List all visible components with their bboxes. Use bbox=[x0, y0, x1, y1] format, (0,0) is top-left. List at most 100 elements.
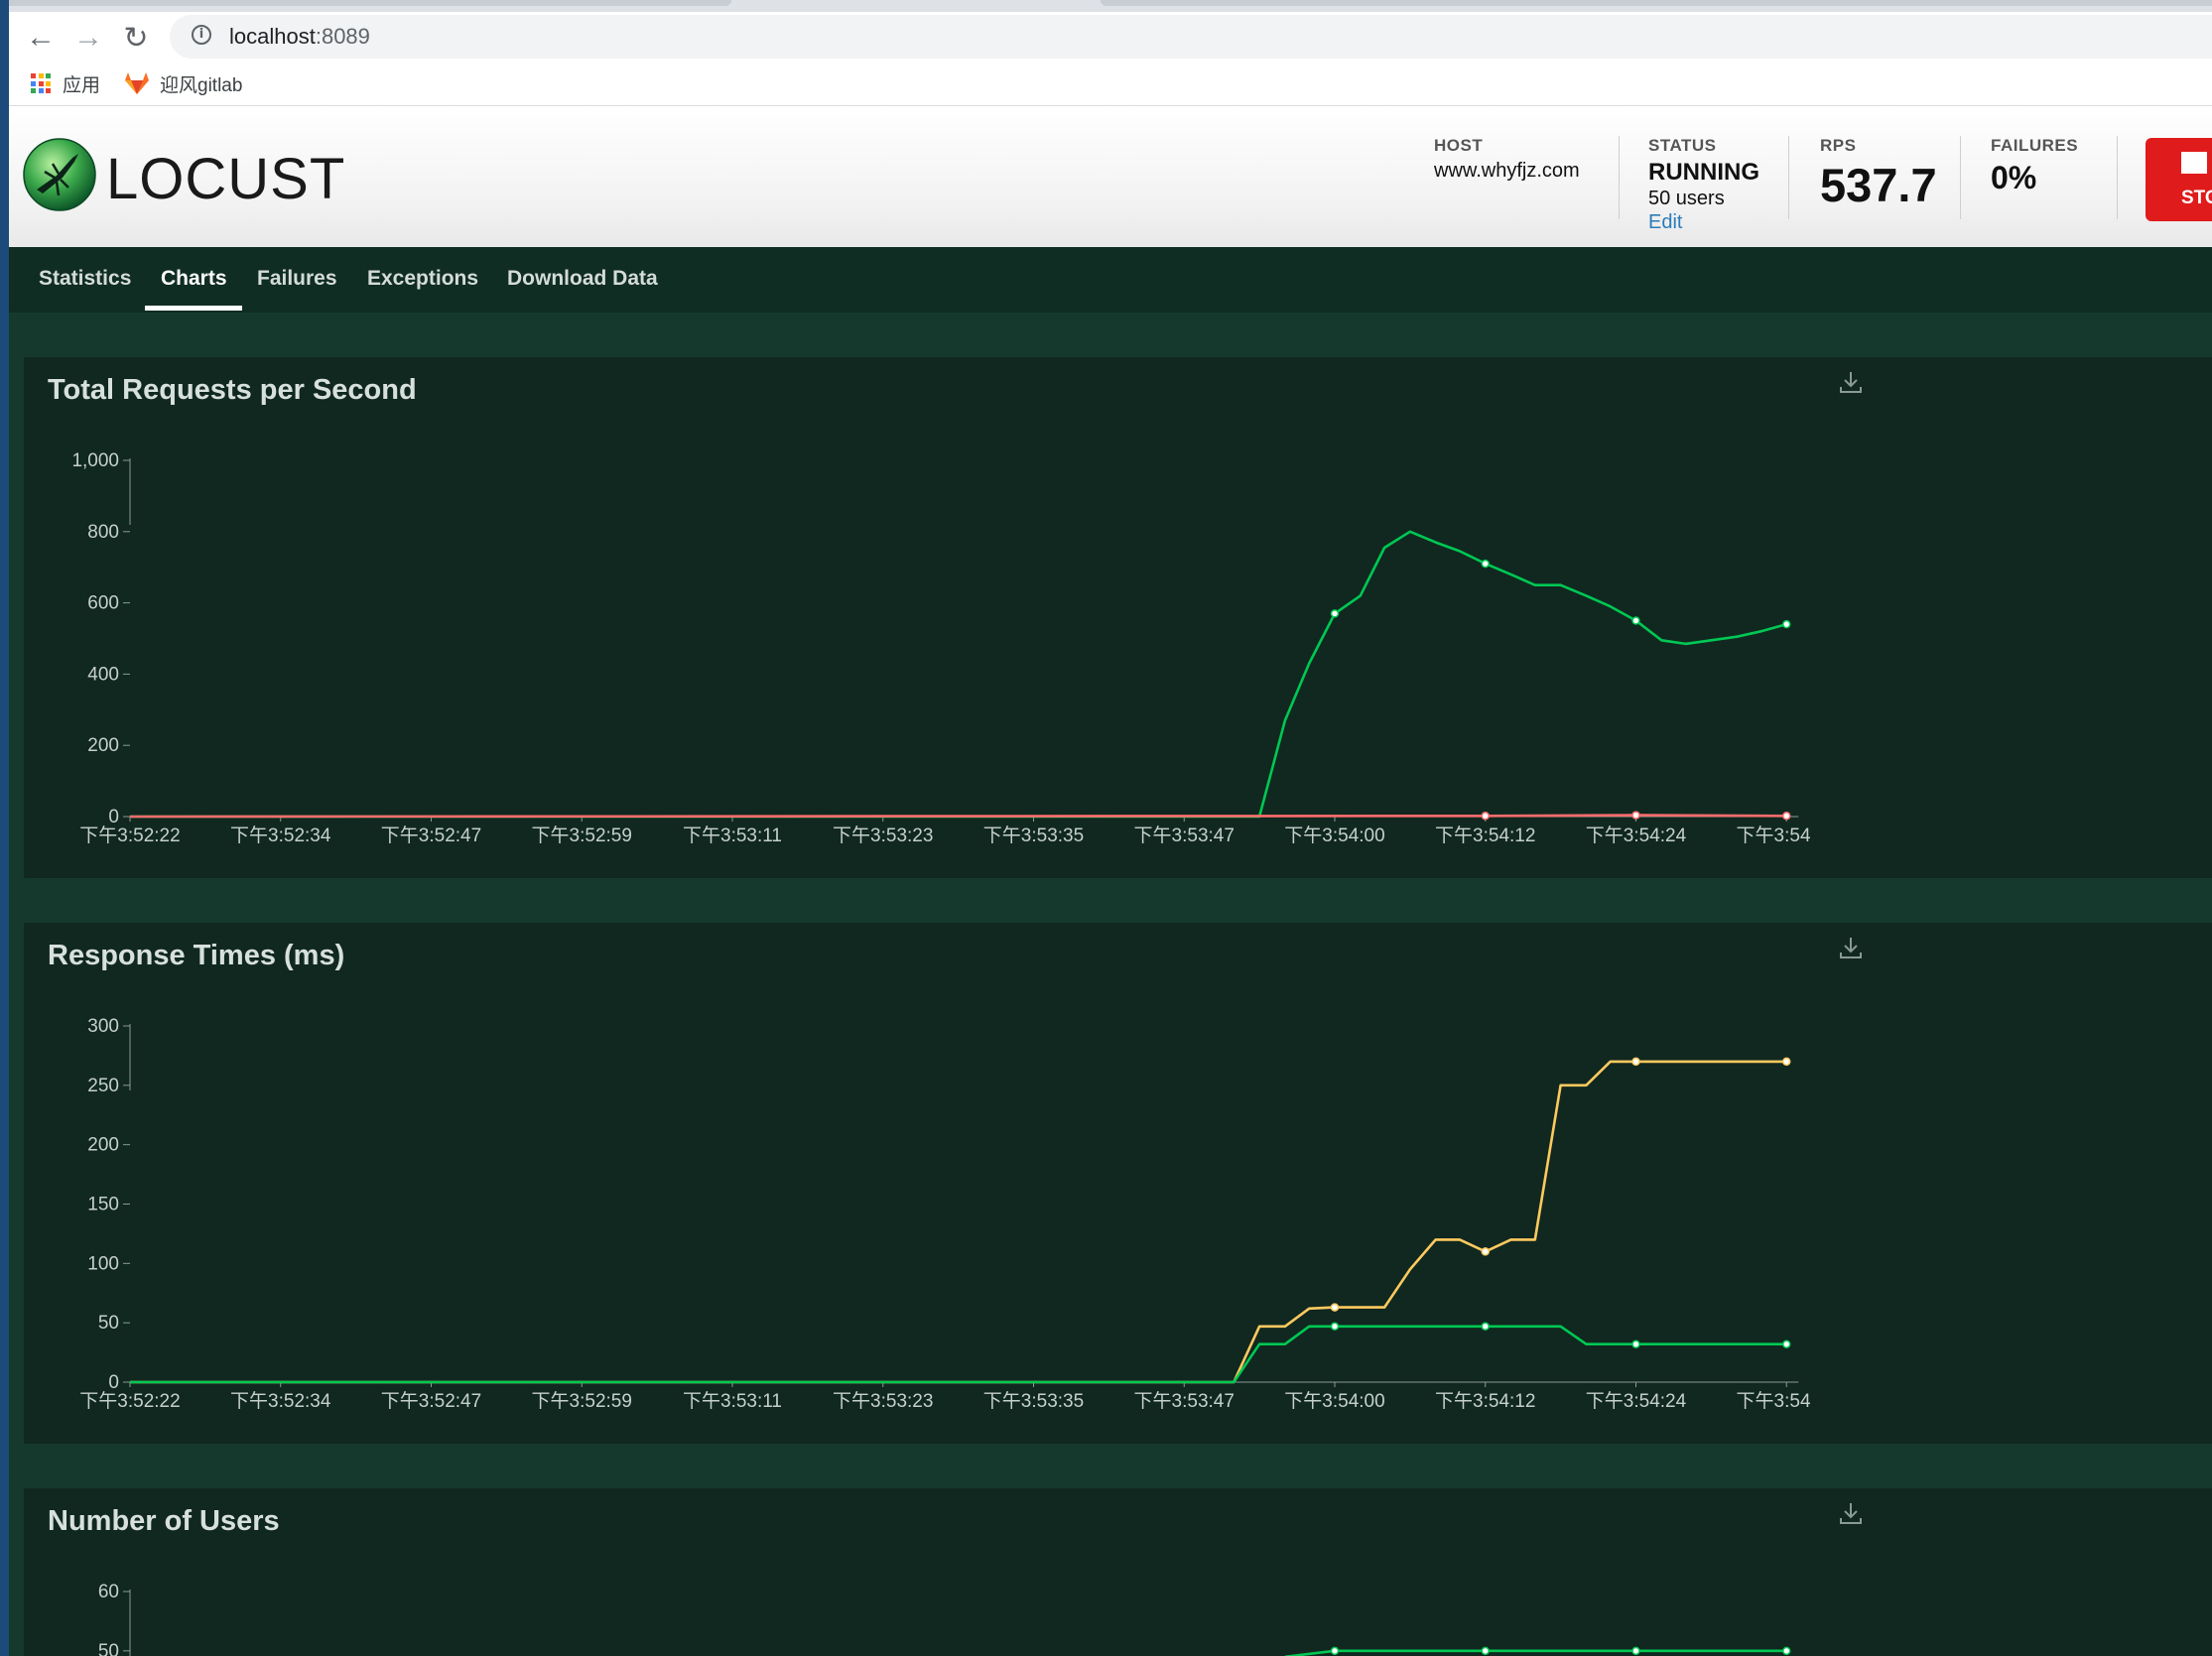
x-tick-label: 下午3:54:24 bbox=[1586, 825, 1687, 846]
y-tick-label: 200 bbox=[87, 735, 119, 756]
back-arrow-icon[interactable]: ← bbox=[21, 18, 61, 58]
rps-label: RPS bbox=[1820, 136, 1857, 155]
address-bar[interactable]: i localhost:8089 bbox=[170, 15, 2212, 59]
y-tick-label: 250 bbox=[87, 1076, 119, 1096]
data-point bbox=[1631, 1057, 1640, 1067]
x-tick-label: 下午3:52:22 bbox=[79, 825, 180, 846]
series-line bbox=[130, 530, 1787, 819]
data-point bbox=[1782, 619, 1791, 629]
data-point bbox=[1330, 1646, 1340, 1656]
download-icon[interactable] bbox=[1838, 369, 1864, 395]
tab-charts[interactable]: Charts bbox=[161, 267, 227, 291]
data-point bbox=[1481, 1646, 1490, 1656]
x-tick-label: 下午3:52:47 bbox=[381, 825, 481, 846]
rps-chart: 0 200 400 600 800 1,000 下午3:52:22 下午3:52:34 下午3:… bbox=[71, 450, 1810, 846]
data-point bbox=[1481, 812, 1490, 821]
bookmark-apps[interactable]: 应用 bbox=[31, 69, 100, 97]
x-tick-label: 下午3:54:12 bbox=[1435, 1390, 1535, 1412]
browser-tab[interactable] bbox=[9, 0, 731, 6]
stop-button[interactable]: STOP bbox=[2146, 138, 2212, 221]
rps-stat: RPS 537.7 bbox=[1820, 136, 1937, 212]
x-tick-label: 下午3:53:35 bbox=[983, 825, 1084, 846]
data-point bbox=[1330, 1322, 1340, 1332]
data-point bbox=[1330, 609, 1340, 618]
series-line bbox=[130, 1325, 1787, 1384]
data-point bbox=[1330, 1303, 1340, 1312]
user-count: 50 users bbox=[1648, 188, 1725, 209]
x-tick-label: 下午3:53:47 bbox=[1134, 825, 1235, 846]
data-point bbox=[1481, 1247, 1490, 1256]
edit-users-link[interactable]: Edit bbox=[1648, 211, 1759, 234]
failures-value: 0% bbox=[1991, 160, 2037, 195]
x-tick-label: 下午3:52:22 bbox=[79, 1390, 180, 1412]
data-point bbox=[1782, 1057, 1791, 1067]
url-port: :8089 bbox=[315, 24, 370, 49]
response-times-chart: 0 50 100 150 200 250 300 下午3:52:22 下午3:52:34 下午3:… bbox=[79, 1016, 1810, 1412]
x-tick-label: 下午3:54:24 bbox=[1586, 1390, 1687, 1412]
bookmarks-bar: 应用 迎风gitlab bbox=[9, 62, 2212, 106]
tab-failures[interactable]: Failures bbox=[257, 267, 337, 291]
tab-statistics[interactable]: Statistics bbox=[39, 267, 131, 291]
browser-tab[interactable] bbox=[1101, 0, 2212, 6]
data-point bbox=[1631, 1339, 1640, 1348]
reload-icon[interactable]: ↻ bbox=[116, 18, 156, 58]
data-point bbox=[1782, 812, 1791, 821]
y-tick-label: 0 bbox=[108, 1372, 119, 1393]
x-tick-label: 下午3:53:35 bbox=[983, 1390, 1084, 1412]
x-tick-label: 下午3:54:12 bbox=[1435, 825, 1535, 846]
download-icon[interactable] bbox=[1838, 1500, 1864, 1526]
host-value: www.whyfjz.com bbox=[1434, 160, 1580, 182]
apps-grid-icon bbox=[31, 73, 51, 93]
status-stat: STATUS RUNNING 50 users Edit bbox=[1648, 136, 1759, 234]
locust-logo-icon bbox=[23, 138, 96, 211]
gitlab-icon bbox=[125, 72, 149, 94]
address-url[interactable]: localhost:8089 bbox=[229, 24, 370, 50]
chart-panel-response-times: Response Times (ms) 0 50 100 150 200 250 300 下午… bbox=[24, 923, 2212, 1444]
tab-download-data[interactable]: Download Data bbox=[507, 267, 658, 291]
y-tick-label: 200 bbox=[87, 1135, 119, 1156]
y-tick-label: 400 bbox=[87, 664, 119, 685]
browser-window: ← → ↻ i localhost:8089 应用 迎风gitlab LOCUS… bbox=[9, 0, 2212, 1656]
y-tick-label: 50 bbox=[98, 1641, 119, 1656]
bookmark-label: 应用 bbox=[63, 74, 101, 96]
chart-panel-rps: Total Requests per Second 0 200 400 600 800 1… bbox=[24, 357, 2212, 878]
x-tick-label: 下午3:53:11 bbox=[683, 1390, 782, 1412]
y-tick-label: 300 bbox=[87, 1016, 119, 1037]
series-line bbox=[129, 814, 1787, 819]
y-tick-label: 0 bbox=[108, 807, 119, 828]
locust-header: LOCUST HOST www.whyfjz.com STATUS RUNNIN… bbox=[9, 106, 2212, 247]
download-icon[interactable] bbox=[1838, 935, 1864, 960]
y-tick-label: 150 bbox=[87, 1195, 119, 1215]
tab-exceptions[interactable]: Exceptions bbox=[367, 267, 478, 291]
data-point bbox=[1782, 1646, 1791, 1656]
x-tick-label: 下午3:54:36 bbox=[1737, 1390, 1810, 1412]
data-point bbox=[1631, 1646, 1640, 1656]
x-tick-label: 下午3:52:47 bbox=[381, 1390, 481, 1412]
x-tick-label: 下午3:52:34 bbox=[230, 825, 331, 846]
bookmark-gitlab[interactable]: 迎风gitlab bbox=[124, 69, 242, 97]
stat-divider bbox=[1788, 136, 1789, 219]
browser-toolbar: ← → ↻ i localhost:8089 bbox=[9, 12, 2212, 62]
forward-arrow-icon[interactable]: → bbox=[68, 18, 108, 58]
host-stat: HOST www.whyfjz.com bbox=[1434, 136, 1580, 183]
x-tick-label: 下午3:53:23 bbox=[833, 825, 933, 846]
users-chart: 50 60 bbox=[98, 1582, 1791, 1656]
browser-tab-strip bbox=[9, 0, 2212, 12]
stat-divider bbox=[1619, 136, 1620, 219]
x-tick-label: 下午3:53:47 bbox=[1134, 1390, 1235, 1412]
y-tick-label: 60 bbox=[98, 1582, 119, 1602]
url-host: localhost bbox=[229, 24, 316, 49]
stat-divider bbox=[1960, 136, 1961, 219]
x-tick-label: 下午3:52:34 bbox=[230, 1390, 331, 1412]
x-tick-label: 下午3:52:59 bbox=[532, 1390, 632, 1412]
bookmark-label: 迎风gitlab bbox=[160, 74, 243, 96]
series-line bbox=[130, 1060, 1787, 1384]
stat-divider bbox=[2117, 136, 2118, 219]
rps-value: 537.7 bbox=[1820, 159, 1937, 211]
data-point bbox=[1481, 1322, 1490, 1332]
failures-label: FAILURES bbox=[1991, 136, 2079, 155]
site-info-icon[interactable]: i bbox=[192, 25, 211, 45]
series-line bbox=[1284, 1649, 1787, 1656]
status-label: STATUS bbox=[1648, 136, 1717, 155]
y-tick-label: 600 bbox=[87, 593, 119, 614]
